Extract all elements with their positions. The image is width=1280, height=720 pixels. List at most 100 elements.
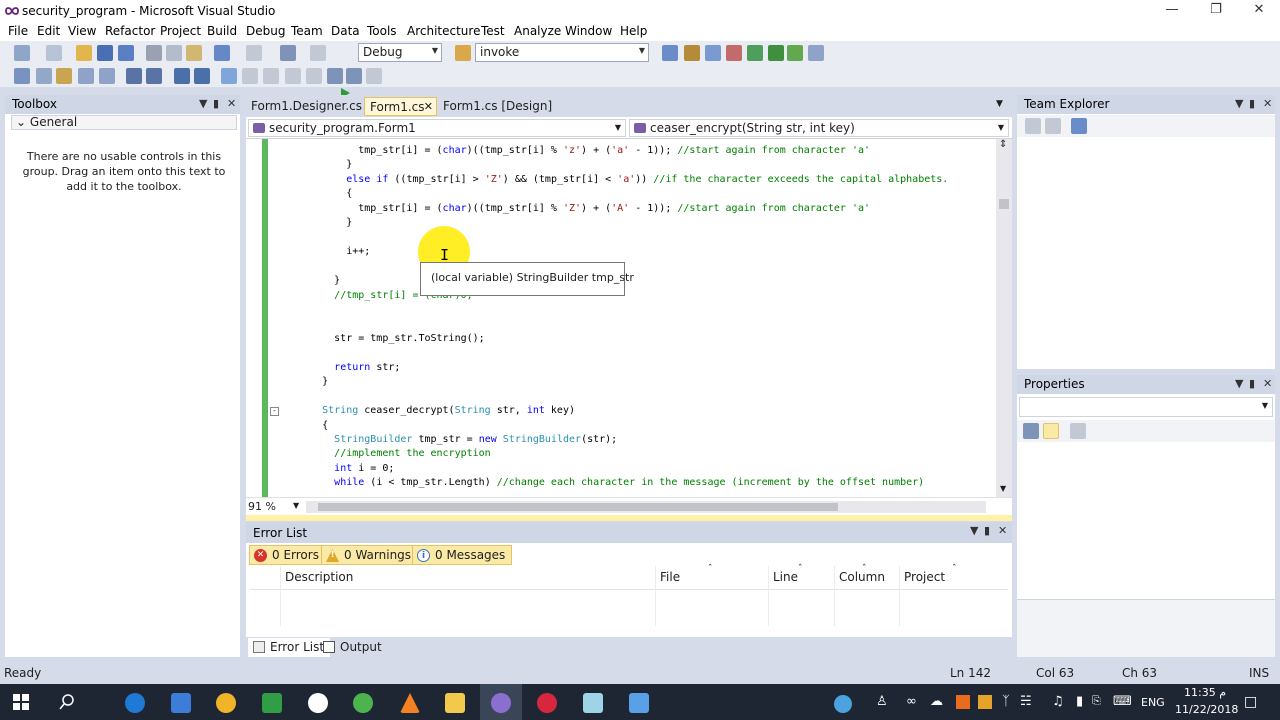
extension-manager-icon[interactable] <box>747 45 763 61</box>
menu-build[interactable]: Build <box>207 24 237 38</box>
next-bookmark-document-icon[interactable] <box>346 68 362 84</box>
code-line[interactable]: tmp_str[i] = (char)((tmp_str[i] % 'Z') +… <box>286 202 870 216</box>
code-line[interactable]: { <box>286 187 352 201</box>
solution-configuration-dropdown[interactable]: Debug ▼ <box>358 43 442 62</box>
search-icon[interactable] <box>59 694 75 710</box>
open-file-icon[interactable] <box>76 45 92 61</box>
menu-architecture[interactable]: Architecture <box>407 24 480 38</box>
menu-debug[interactable]: Debug <box>246 24 285 38</box>
column-line[interactable]: Line <box>773 570 798 584</box>
list-members-icon[interactable] <box>99 68 115 84</box>
chevron-down-icon[interactable]: ▼ <box>996 99 1003 109</box>
previous-bookmark-folder-icon[interactable] <box>285 68 301 84</box>
close-icon[interactable]: ✕ <box>998 524 1007 537</box>
menu-team[interactable]: Team <box>291 24 323 38</box>
complete-word-icon[interactable] <box>56 68 72 84</box>
vlc-icon[interactable] <box>400 693 420 713</box>
app-icon[interactable] <box>353 693 373 713</box>
tray-icon[interactable]: ∞ <box>906 694 917 709</box>
code-line[interactable]: while (i < tmp_str.Length) //change each… <box>286 476 924 490</box>
menu-project[interactable]: Project <box>160 24 201 38</box>
decrease-indent-icon[interactable] <box>126 68 142 84</box>
menu-help[interactable]: Help <box>620 24 647 38</box>
menu-window[interactable]: Window <box>565 24 612 38</box>
clock-time[interactable]: 11:35 م <box>1184 686 1226 699</box>
tab-form1-design[interactable]: Form1.cs [Design] <box>438 97 557 116</box>
code-line[interactable]: } <box>286 216 352 230</box>
toolbox-group-general[interactable]: ⌄ General <box>11 115 237 130</box>
opera-icon[interactable] <box>537 693 557 713</box>
windows-start-icon[interactable] <box>13 694 29 710</box>
save-icon[interactable] <box>97 45 113 61</box>
store-icon[interactable] <box>171 693 191 713</box>
scroll-thumb[interactable] <box>999 199 1009 209</box>
menu-file[interactable]: File <box>8 24 28 38</box>
scroll-thumb[interactable] <box>318 503 838 511</box>
copy-icon[interactable] <box>166 45 182 61</box>
notifications-icon[interactable]: □ <box>1244 694 1257 710</box>
messages-filter-button[interactable]: i 0 Messages <box>412 545 513 565</box>
window-position-icon[interactable]: ▼ <box>1235 97 1243 110</box>
column-file[interactable]: File <box>660 570 680 584</box>
wifi-icon[interactable]: ☵ <box>1020 694 1032 709</box>
parameter-info-icon[interactable] <box>36 68 52 84</box>
paste-icon[interactable] <box>186 45 202 61</box>
code-line[interactable]: StringBuilder tmp_str = new StringBuilde… <box>286 433 617 447</box>
menu-view[interactable]: View <box>68 24 96 38</box>
find-combo[interactable]: invoke ▼ <box>475 43 649 62</box>
chevron-down-icon[interactable]: ▼ <box>293 501 299 510</box>
undo-icon[interactable] <box>214 45 230 61</box>
zoom-level[interactable]: 91 % <box>248 500 276 513</box>
new-project-icon[interactable] <box>14 45 30 61</box>
code-line[interactable]: } <box>286 158 352 172</box>
minimize-button[interactable]: — <box>1150 0 1194 22</box>
input-language[interactable]: ENG <box>1141 696 1165 709</box>
column-description[interactable]: Description <box>285 570 353 584</box>
close-icon[interactable]: ✕ <box>227 97 236 110</box>
save-all-icon[interactable] <box>118 45 134 61</box>
collapse-region-icon[interactable]: - <box>270 407 279 416</box>
tab-form1-cs[interactable]: Form1.cs ✕ <box>364 97 437 116</box>
connect-to-team-project-icon[interactable] <box>1071 118 1087 134</box>
column-project[interactable]: Project <box>904 570 945 584</box>
auto-hide-pin-icon[interactable]: ▮ <box>213 97 219 110</box>
code-line[interactable]: String ceaser_decrypt(String str, int ke… <box>286 404 575 418</box>
app-icon[interactable] <box>629 693 649 713</box>
class-dropdown[interactable]: security_program.Form1 ▼ <box>248 119 626 137</box>
help-icon[interactable] <box>834 695 852 713</box>
close-icon[interactable]: ✕ <box>1263 377 1272 390</box>
next-bookmark-folder-icon[interactable] <box>306 68 322 84</box>
maximize-button[interactable]: ❐ <box>1194 0 1238 22</box>
errors-filter-button[interactable]: ✕ 0 Errors <box>249 545 326 565</box>
visual-studio-icon[interactable] <box>491 693 511 713</box>
class-view-icon[interactable] <box>787 45 803 61</box>
find-in-files-icon[interactable] <box>455 45 471 61</box>
window-position-icon[interactable]: ▼ <box>970 524 978 537</box>
file-explorer-icon[interactable] <box>445 693 465 713</box>
uncomment-icon[interactable] <box>194 68 210 84</box>
horizontal-scrollbar[interactable] <box>306 501 986 513</box>
window-position-icon[interactable]: ▼ <box>1235 377 1243 390</box>
command-window-icon[interactable] <box>808 45 824 61</box>
auto-hide-pin-icon[interactable]: ▮ <box>1249 97 1255 110</box>
tray-icon[interactable] <box>956 695 970 709</box>
cut-icon[interactable] <box>146 45 162 61</box>
auto-hide-pin-icon[interactable]: ▮ <box>984 524 990 537</box>
menu-analyze[interactable]: Analyze <box>514 24 561 38</box>
warnings-filter-button[interactable]: ! 0 Warnings <box>321 545 419 565</box>
code-line[interactable]: tmp_str[i] = (char)((tmp_str[i] % 'z') +… <box>286 144 870 158</box>
menu-edit[interactable]: Edit <box>37 24 60 38</box>
redo-icon[interactable] <box>246 45 262 61</box>
display-word-completion-icon[interactable] <box>78 68 94 84</box>
refresh-icon[interactable] <box>1025 118 1041 134</box>
bluetooth-icon[interactable]: ᛉ <box>1002 694 1010 709</box>
app-icon[interactable] <box>216 693 236 713</box>
properties-window-icon[interactable] <box>684 45 700 61</box>
menu-tools[interactable]: Tools <box>367 24 397 38</box>
tray-icon[interactable]: ⎘ <box>1092 694 1101 708</box>
keyboard-icon[interactable]: ⌨ <box>1113 694 1132 709</box>
code-line[interactable]: return str; <box>286 361 400 375</box>
object-browser-icon[interactable] <box>705 45 721 61</box>
object-selector-dropdown[interactable]: ▼ <box>1019 397 1273 417</box>
code-line[interactable]: } <box>286 274 340 288</box>
